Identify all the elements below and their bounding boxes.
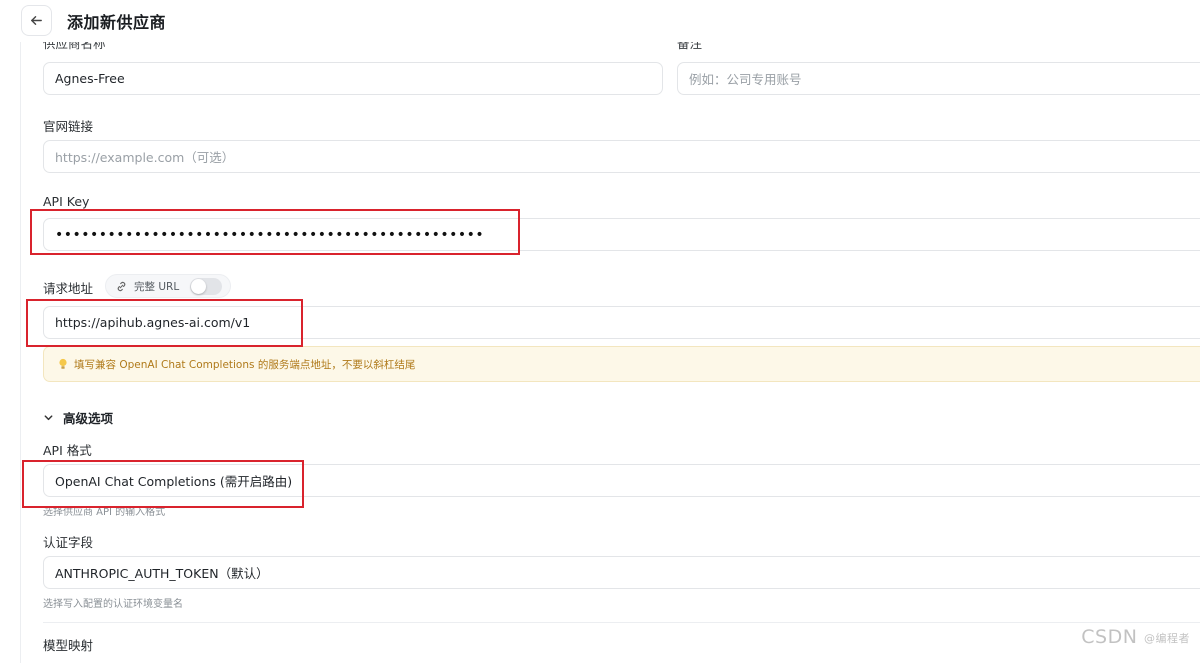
switch-knob — [191, 279, 206, 294]
note-label: 备注 — [677, 42, 703, 51]
api-format-helper: 选择供应商 API 的输入格式 — [43, 507, 166, 518]
endpoint-input[interactable]: https://apihub.agnes-ai.com/v1 — [43, 306, 1200, 339]
api-format-select[interactable]: OpenAI Chat Completions (需开启路由) — [43, 464, 1200, 497]
watermark-sub: @编程者 — [1144, 631, 1190, 645]
advanced-options-label: 高级选项 — [63, 411, 114, 426]
page-header: 添加新供应商 — [0, 0, 1200, 42]
provider-name-label: 供应商名称 — [43, 42, 106, 51]
chevron-down-icon — [44, 415, 53, 421]
api-format-label: API 格式 — [43, 443, 92, 458]
auth-field-helper: 选择写入配置的认证环境变量名 — [43, 599, 183, 610]
full-url-toggle-label: 完整 URL — [134, 280, 180, 293]
link-icon — [117, 281, 126, 291]
watermark-text: CSDN — [1081, 626, 1138, 648]
auth-field-select[interactable]: ANTHROPIC_AUTH_TOKEN（默认） — [43, 556, 1200, 589]
note-input[interactable]: 例如：公司专用账号 — [677, 62, 1200, 95]
full-url-toggle[interactable]: 完整 URL — [105, 274, 231, 298]
page-title: 添加新供应商 — [67, 13, 167, 32]
endpoint-hint-text: 填写兼容 OpenAI Chat Completions 的服务端点地址，不要以… — [74, 358, 416, 371]
provider-name-input[interactable]: Agnes-Free — [43, 62, 663, 95]
full-url-switch[interactable] — [190, 278, 222, 295]
lightbulb-icon — [59, 358, 67, 369]
back-button[interactable] — [21, 5, 52, 36]
csdn-watermark: CSDN @编程者 — [1081, 626, 1194, 648]
endpoint-hint: 填写兼容 OpenAI Chat Completions 的服务端点地址，不要以… — [43, 346, 1200, 382]
advanced-options-toggle[interactable]: 高级选项 — [43, 408, 113, 427]
website-label: 官网链接 — [43, 119, 94, 134]
auth-field-label: 认证字段 — [43, 535, 94, 550]
endpoint-label: 请求地址 — [43, 281, 94, 296]
model-mapping-label: 模型映射 — [43, 638, 94, 653]
website-input[interactable]: https://example.com（可选） — [43, 140, 1200, 173]
provider-form: 供应商名称 Agnes-Free 备注 例如：公司专用账号 官网链接 https… — [20, 42, 1200, 663]
api-key-label: API Key — [43, 194, 90, 209]
api-key-input[interactable]: ••••••••••••••••••••••••••••••••••••••••… — [43, 218, 1200, 251]
section-divider — [43, 622, 1200, 623]
arrow-left-icon — [31, 16, 42, 25]
